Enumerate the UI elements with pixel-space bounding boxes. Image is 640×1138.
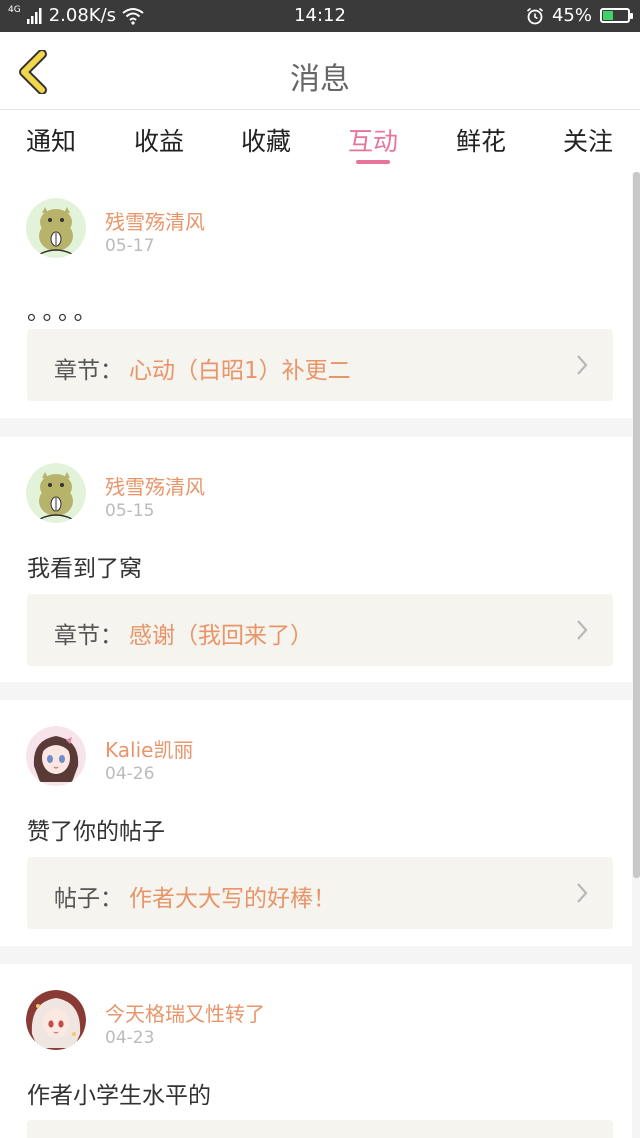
tab-label: 通知 <box>25 127 76 156</box>
chapter-link[interactable]: 章节： 感谢（我回来了） <box>27 594 613 666</box>
battery-percent: 45% <box>551 5 592 26</box>
page-title: 消息 <box>290 62 350 97</box>
header-bar: 消息 <box>0 32 640 110</box>
tab-following[interactable]: 关注 <box>538 122 638 158</box>
post-link[interactable]: 帖子： 作者大大写的好棒！ <box>27 857 613 929</box>
tab-label: 收藏 <box>240 127 291 156</box>
message-text: 作者小学生水平的 <box>27 1083 211 1109</box>
tab-label: 互动 <box>347 127 398 156</box>
message-date: 05-17 <box>105 236 155 256</box>
avatar[interactable] <box>26 463 86 523</box>
tab-flowers[interactable]: 鲜花 <box>431 122 531 158</box>
username[interactable]: Kalie凯丽 <box>105 734 193 763</box>
hamster-avatar-icon <box>26 463 86 523</box>
chevron-right-icon <box>577 883 588 903</box>
tab-notifications[interactable]: 通知 <box>1 122 101 158</box>
tab-label: 收益 <box>133 127 184 156</box>
chevron-right-icon <box>577 620 588 640</box>
status-bar: 4G 2.08K/s 14:12 45% <box>0 0 640 32</box>
battery-icon <box>600 8 633 23</box>
tab-interactions[interactable]: 互动 <box>323 122 423 164</box>
tab-label: 鲜花 <box>455 127 506 156</box>
username[interactable]: 今天格瑞又性转了 <box>105 998 265 1027</box>
alarm-icon <box>526 7 543 24</box>
username[interactable]: 残雪殇清风 <box>105 471 205 500</box>
tab-bar: 通知 收益 收藏 互动 鲜花 关注 <box>0 110 640 172</box>
message-list[interactable]: 残雪殇清风 05-17 。。。。 章节： 心动（白昭1）补更二 残雪殇清风 05… <box>0 172 640 1138</box>
message-card: 残雪殇清风 05-15 我看到了窝 章节： 感谢（我回来了） <box>0 437 632 682</box>
message-card: 残雪殇清风 05-17 。。。。 章节： 心动（白昭1）补更二 <box>0 172 632 418</box>
ref-label: 帖子： <box>54 886 123 912</box>
avatar[interactable] <box>26 198 86 258</box>
message-card: 今天格瑞又性转了 04-23 作者小学生水平的 <box>0 964 632 1138</box>
ref-value: 作者大大写的好棒！ <box>129 886 336 912</box>
username[interactable]: 残雪殇清风 <box>105 206 205 235</box>
hamster-avatar-icon <box>26 198 86 258</box>
active-tab-indicator <box>356 160 390 164</box>
message-text: 赞了你的帖子 <box>27 819 165 845</box>
status-right: 45% <box>526 5 633 26</box>
message-text: 。。。。 <box>27 299 101 325</box>
ref-value: 感谢（我回来了） <box>129 623 313 649</box>
avatar[interactable] <box>26 990 86 1050</box>
anime-girl-avatar-icon <box>26 726 86 786</box>
ref-label: 章节： <box>54 358 123 384</box>
avatar[interactable] <box>26 726 86 786</box>
chapter-link[interactable]: 章节： 心动（白昭1）补更二 <box>27 329 613 401</box>
tab-earnings[interactable]: 收益 <box>109 122 209 158</box>
scrollbar[interactable] <box>633 172 640 878</box>
message-date: 04-23 <box>105 1028 155 1048</box>
message-date: 04-26 <box>105 764 155 784</box>
ref-link[interactable] <box>27 1120 613 1138</box>
battery-fill <box>603 11 613 20</box>
message-date: 05-15 <box>105 501 155 521</box>
tab-label: 关注 <box>562 127 613 156</box>
message-text: 我看到了窝 <box>27 556 142 582</box>
ref-label: 章节： <box>54 623 123 649</box>
message-card: Kalie凯丽 04-26 赞了你的帖子 帖子： 作者大大写的好棒！ <box>0 700 632 946</box>
anime-girl-avatar-icon <box>26 990 86 1050</box>
tab-favorites[interactable]: 收藏 <box>216 122 316 158</box>
ref-value: 心动（白昭1）补更二 <box>129 358 351 384</box>
chevron-right-icon <box>577 355 588 375</box>
